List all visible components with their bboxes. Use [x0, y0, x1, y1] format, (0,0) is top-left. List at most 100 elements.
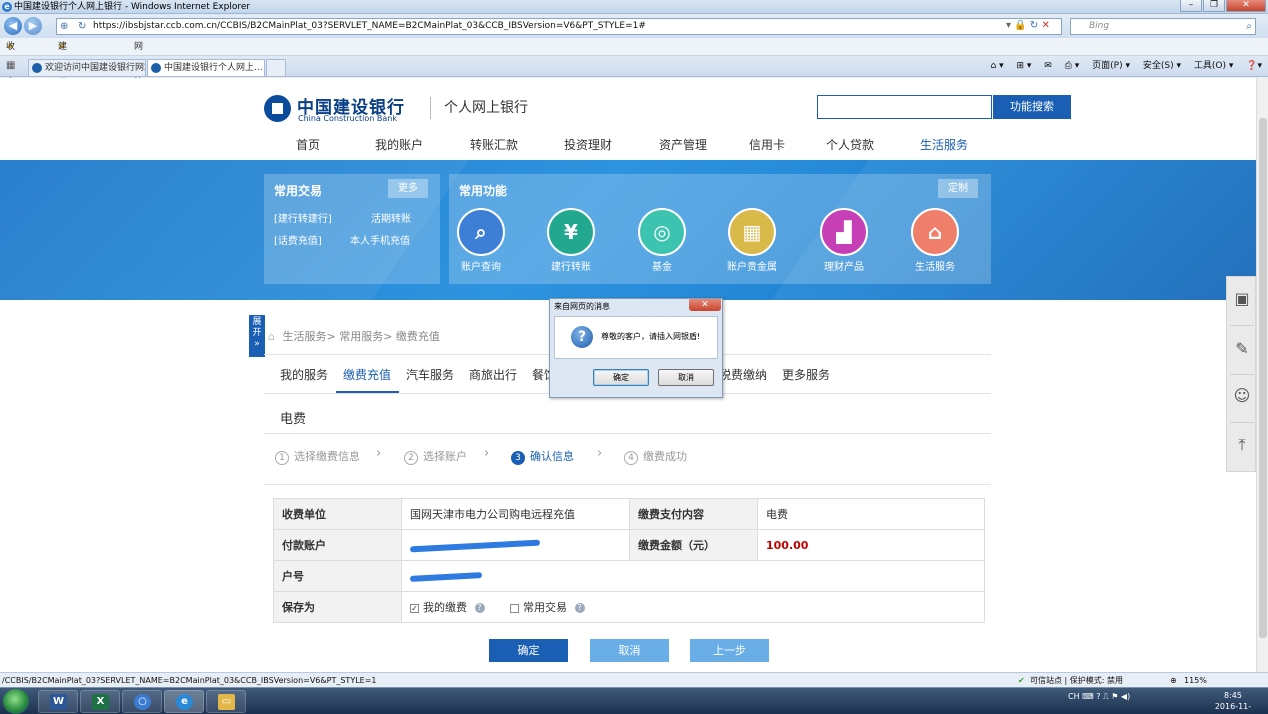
- progress-steps: 1 选择缴费信息 › 2 选择账户 › 3 确认信息 › 4 缴费成功: [264, 446, 991, 468]
- help-icon[interactable]: ❓▾: [1246, 61, 1262, 71]
- dialog-close-button[interactable]: ✕: [689, 299, 721, 311]
- dialog-message: 尊敬的客户，请插入网银盾!: [601, 332, 701, 341]
- function-search-button[interactable]: 功能搜索: [993, 95, 1071, 119]
- minimize-button[interactable]: –: [1180, 0, 1202, 12]
- close-window-button[interactable]: ✕: [1226, 0, 1266, 12]
- subtab-payment[interactable]: 缴费充值: [343, 366, 391, 383]
- dialog-cancel-button[interactable]: 取消: [658, 369, 714, 386]
- subtab-more[interactable]: 更多服务: [782, 366, 830, 383]
- fn-life-services[interactable]: ⌂ 生活服务: [895, 208, 975, 273]
- previous-step-button[interactable]: 上一步: [690, 639, 769, 662]
- home-icon[interactable]: ⌂: [268, 330, 275, 343]
- print-icon[interactable]: ⎙ ▾: [1065, 61, 1080, 71]
- page-menu[interactable]: 页面(P) ▾: [1092, 61, 1130, 71]
- clock[interactable]: 8:45 2016-11-23: [1210, 690, 1256, 714]
- household-label: 户号: [273, 560, 402, 592]
- step-3: 3 确认信息: [511, 448, 574, 465]
- input-language[interactable]: CH: [1068, 692, 1080, 701]
- nav-investment[interactable]: 投资理财: [564, 136, 612, 153]
- nav-credit-card[interactable]: 信用卡: [749, 136, 785, 153]
- page-title: 电费: [280, 412, 307, 427]
- help-icon[interactable]: ?: [1096, 692, 1100, 701]
- dropdown-arrow-icon[interactable]: ▾: [1006, 20, 1011, 31]
- vertical-scrollbar[interactable]: [1256, 78, 1268, 672]
- save-my-payment-checkbox[interactable]: ✓ 我的缴费: [410, 601, 467, 614]
- expand-side-tab[interactable]: 展开 »: [249, 315, 265, 357]
- feeds-icon[interactable]: ⊞ ▾: [1016, 61, 1031, 71]
- search-icon[interactable]: ⌕: [1246, 19, 1252, 34]
- nav-home[interactable]: 首页: [296, 136, 320, 153]
- dialog-ok-button[interactable]: 确定: [593, 369, 649, 386]
- lock-icon[interactable]: 🔒: [1014, 20, 1026, 31]
- scroll-thumb[interactable]: [1259, 118, 1267, 638]
- logo-divider: [430, 97, 431, 119]
- stop-icon[interactable]: ✕: [1041, 20, 1049, 31]
- safety-menu[interactable]: 安全(S) ▾: [1143, 61, 1181, 71]
- customize-button[interactable]: 定制: [938, 179, 978, 198]
- nav-life-services[interactable]: 生活服务: [920, 136, 968, 153]
- subtab-travel[interactable]: 商旅出行: [469, 366, 517, 383]
- edit-icon[interactable]: ✎: [1232, 339, 1252, 359]
- taskbar-word[interactable]: W: [38, 690, 78, 713]
- quick-link-own-phone-topup[interactable]: 本人手机充值: [350, 232, 410, 247]
- fn-fund[interactable]: ◎ 基金: [622, 208, 702, 273]
- network-icon[interactable]: ⎍: [1103, 692, 1109, 701]
- confirm-button[interactable]: 确定: [489, 639, 568, 662]
- quick-link-current-transfer[interactable]: 活期转账: [371, 210, 411, 225]
- volume-icon[interactable]: ◀): [1121, 692, 1130, 701]
- new-tab-button[interactable]: [266, 59, 286, 76]
- home-icon[interactable]: ⌂ ▾: [991, 61, 1004, 71]
- security-zone[interactable]: 可信站点 | 保护模式: 禁用: [1030, 673, 1123, 688]
- forward-icon[interactable]: ▶: [24, 17, 42, 35]
- fn-precious-metals[interactable]: ▦ 账户贵金属: [712, 208, 792, 273]
- start-button[interactable]: [3, 689, 29, 714]
- user-card-icon[interactable]: ▣: [1232, 289, 1252, 309]
- taskbar-ie[interactable]: e: [164, 690, 204, 713]
- nav-asset-management[interactable]: 资产管理: [659, 136, 707, 153]
- back-to-top-icon[interactable]: ⤒: [1232, 435, 1252, 455]
- page-icon: ⊕: [60, 21, 69, 32]
- keyboard-icon[interactable]: ⌨: [1082, 692, 1094, 701]
- tab-ccb-home[interactable]: 欢迎访问中国建设银行网站: [28, 59, 146, 76]
- fn-account-query[interactable]: ⌕ 账户查询: [441, 208, 521, 273]
- function-search-input[interactable]: [817, 95, 992, 119]
- fn-ccb-transfer[interactable]: ¥ 建行转账: [531, 208, 611, 273]
- refresh-icon[interactable]: ↻: [1030, 20, 1038, 31]
- zoom-level[interactable]: 115%: [1184, 673, 1207, 688]
- help-icon[interactable]: ?: [474, 603, 485, 613]
- help-icon[interactable]: ?: [574, 603, 585, 613]
- crumb-life-services[interactable]: 生活服务: [282, 330, 326, 343]
- search-box[interactable]: Bing ⌕: [1070, 18, 1256, 35]
- customer-service-icon[interactable]: ☺: [1232, 386, 1252, 406]
- tab-ccb-ebank[interactable]: 中国建设银行个人网上... ✕: [147, 59, 265, 76]
- restore-button[interactable]: ❐: [1203, 0, 1225, 12]
- subtab-tax[interactable]: 税费缴纳: [719, 366, 767, 383]
- flag-icon[interactable]: ⚑: [1111, 692, 1118, 701]
- subtab-my-services[interactable]: 我的服务: [280, 366, 328, 383]
- status-url: /CCBIS/B2CMainPlat_03?SERVLET_NAME=B2CMa…: [2, 676, 377, 685]
- fn-wealth-products[interactable]: ▟ 理财产品: [804, 208, 884, 273]
- save-common-tx-checkbox[interactable]: 常用交易: [510, 601, 567, 614]
- address-input[interactable]: ⊕ ↻ https://ibsbjstar.ccb.com.cn/CCBIS/B…: [56, 18, 1062, 35]
- account-label: 付款账户: [273, 529, 402, 561]
- cancel-button[interactable]: 取消: [590, 639, 669, 662]
- zoom-icon[interactable]: ⊕: [1170, 673, 1177, 688]
- quick-link-phone-topup[interactable]: [话费充值]: [274, 232, 322, 247]
- quick-more-button[interactable]: 更多: [388, 179, 428, 198]
- quick-link-ccb-transfer[interactable]: [建行转建行]: [274, 210, 332, 225]
- check-icon: ✔: [1018, 676, 1025, 685]
- subtab-auto[interactable]: 汽车服务: [406, 366, 454, 383]
- nav-personal-loan[interactable]: 个人贷款: [826, 136, 874, 153]
- excel-icon: X: [92, 694, 109, 710]
- taskbar-outlook[interactable]: ○: [122, 690, 162, 713]
- back-icon[interactable]: ◀: [4, 17, 22, 35]
- taskbar-explorer[interactable]: ▭: [206, 690, 246, 713]
- nav-transfer[interactable]: 转账汇款: [470, 136, 518, 153]
- mail-icon[interactable]: ✉: [1044, 61, 1052, 71]
- nav-my-account[interactable]: 我的账户: [375, 136, 423, 153]
- crumb-common-services[interactable]: 常用服务: [339, 330, 383, 343]
- table-row: 保存为 ✓ 我的缴费 ? 常用交易 ?: [273, 591, 985, 623]
- taskbar-excel[interactable]: X: [80, 690, 120, 713]
- quick-tabs-icon[interactable]: ▦: [6, 60, 15, 71]
- tools-menu[interactable]: 工具(O) ▾: [1194, 61, 1234, 71]
